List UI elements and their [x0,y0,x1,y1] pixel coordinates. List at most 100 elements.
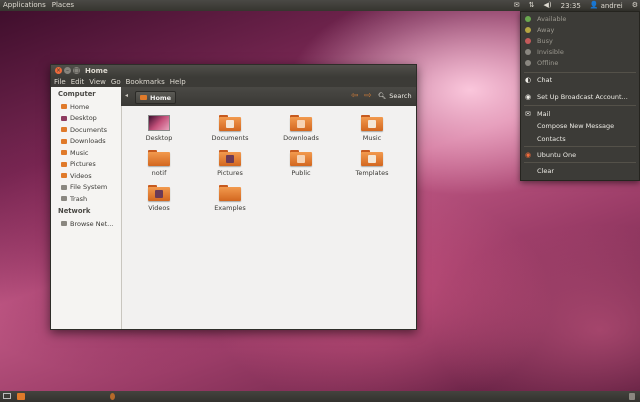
window-titlebar[interactable]: × – □ Home [51,65,416,77]
folder-icon [361,115,383,131]
window-title: Home [85,67,108,75]
documents-icon [226,120,234,128]
mail-icon: ✉ [525,110,531,118]
public-icon [297,155,305,163]
desktop-icon [61,115,67,121]
network-icon[interactable]: ⇅ [529,1,535,10]
folder-icon [148,150,170,166]
music-icon [368,120,376,128]
menu-separator [524,72,636,73]
sidebar-item-home[interactable]: Home [61,102,89,111]
path-button-home[interactable]: Home [135,91,177,104]
file-item-public[interactable]: Public [278,150,324,177]
window-menubar: File Edit View Go Bookmarks Help [51,77,416,87]
compose-message-item[interactable]: Compose New Message [537,122,614,130]
minimize-button[interactable]: – [64,67,71,74]
forward-arrow-icon[interactable]: ⇨ [364,91,372,101]
status-offline[interactable]: Offline [537,59,558,67]
offline-status-icon [525,60,531,66]
clock[interactable]: 23:35 [561,2,581,10]
path-left-arrow-icon[interactable]: ◂ [125,92,128,99]
mail-icon[interactable]: ✉ [514,1,520,10]
close-button[interactable]: × [55,67,62,74]
back-arrow-icon[interactable]: ⇦ [351,91,359,101]
folder-body [219,187,241,201]
ubuntu-one-item[interactable]: Ubuntu One [537,151,576,159]
desktop-folder-icon [148,115,170,131]
trash-icon[interactable] [629,393,635,400]
maximize-button[interactable]: □ [73,67,80,74]
folder-icon [219,150,241,166]
mail-item[interactable]: Mail [537,110,550,118]
away-status-icon [525,27,531,33]
sidebar-item-label: Browse Net... [70,219,114,228]
file-item-pictures[interactable]: Pictures [207,150,253,177]
taskbar-file-manager-icon[interactable] [17,393,25,400]
sidebar-item-downloads[interactable]: Downloads [61,137,106,146]
status-away[interactable]: Away [537,26,554,34]
downloads-folder-icon [61,138,67,144]
file-item-notif[interactable]: notif [136,150,182,177]
file-label: Downloads [283,134,319,142]
menu-file[interactable]: File [54,77,66,87]
menu-bookmarks[interactable]: Bookmarks [126,77,165,87]
broadcast-setup-item[interactable]: Set Up Broadcast Account... [537,93,628,101]
file-label: Desktop [145,134,173,142]
ubuntu-one-icon: ◉ [525,151,532,159]
network-icon [61,221,67,226]
pictures-icon [226,155,234,163]
clear-item[interactable]: Clear [537,167,554,175]
sidebar-item-file-system[interactable]: File System [61,183,107,192]
file-item-downloads[interactable]: Downloads [278,115,324,142]
search-button[interactable]: 🔍︎ Search [378,92,412,100]
applications-menu[interactable]: Applications [3,1,46,9]
file-item-examples[interactable]: Examples [207,185,253,212]
places-menu[interactable]: Places [52,1,74,9]
gear-icon[interactable]: ⚙ [632,1,638,10]
file-item-templates[interactable]: Templates [349,150,395,177]
places-sidebar: Computer Home Desktop Documents Downloads Mu… [51,87,122,329]
folder-icon [361,150,383,166]
chat-item[interactable]: Chat [537,76,552,84]
status-available[interactable]: Available [537,15,566,23]
menu-edit[interactable]: Edit [71,77,85,87]
sidebar-item-browse-net[interactable]: Browse Net... [61,219,113,228]
contacts-item[interactable]: Contacts [537,135,566,143]
menu-view[interactable]: View [89,77,106,87]
menu-help[interactable]: Help [170,77,186,87]
file-item-music[interactable]: Music [349,115,395,142]
sidebar-item-label: Trash [70,194,88,203]
volume-icon[interactable]: ◀) [544,1,552,10]
file-label: notif [151,169,167,177]
sidebar-item-desktop[interactable]: Desktop [61,114,97,123]
file-item-desktop[interactable]: Desktop [136,115,182,142]
file-item-documents[interactable]: Documents [207,115,253,142]
status-invisible[interactable]: Invisible [537,48,564,56]
user-menu[interactable]: 👤 andrei [590,1,623,10]
user-name: andrei [600,1,623,10]
location-toolbar: ◂ Home ⇦ ⇨ 🔍︎ Search [121,87,416,106]
messaging-indicator-menu: Available Away Busy Invisible Offline ◐ … [520,11,640,181]
file-grid: Desktop Documents Downloads Music notif Pictu… [122,106,416,329]
home-folder-icon [61,104,67,109]
file-item-videos[interactable]: Videos [136,185,182,212]
file-system-icon [61,184,67,190]
broadcast-icon: ◉ [525,93,532,101]
sidebar-heading-network: Network [58,207,91,215]
chat-icon: ◐ [525,76,532,84]
sidebar-item-label: Home [70,102,90,111]
sidebar-item-videos[interactable]: Videos [61,171,92,180]
sidebar-item-pictures[interactable]: Pictures [61,160,96,169]
available-status-icon [525,16,531,22]
sidebar-item-documents[interactable]: Documents [61,125,107,134]
menu-go[interactable]: Go [111,77,121,87]
menu-separator [524,162,636,163]
status-busy[interactable]: Busy [537,37,553,45]
show-desktop-icon[interactable] [3,393,11,399]
file-label: Public [291,169,311,177]
videos-icon [155,190,163,198]
search-icon: 🔍︎ [378,92,387,100]
sidebar-item-trash[interactable]: Trash [61,194,87,203]
downloads-icon [297,120,305,128]
sidebar-item-music[interactable]: Music [61,148,89,157]
